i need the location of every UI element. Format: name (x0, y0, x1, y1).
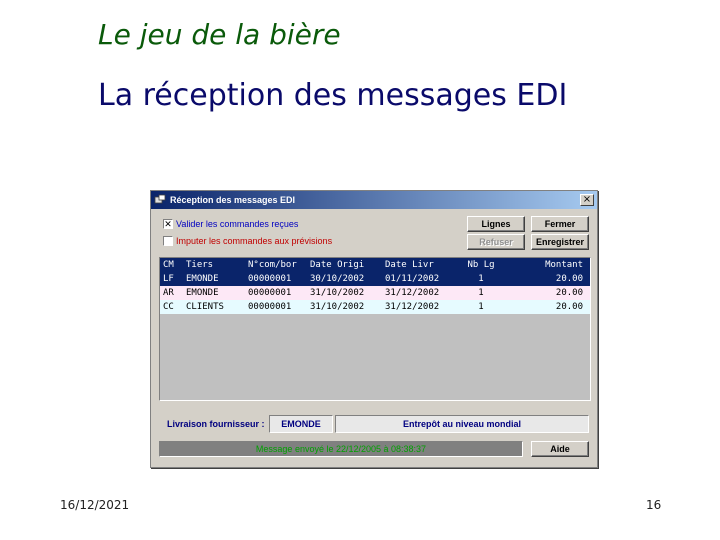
cell-ncom: 00000001 (248, 274, 292, 284)
slide-title: Le jeu de la bière (98, 18, 341, 51)
header-cm[interactable]: CM (160, 258, 186, 272)
slide-subtitle: La réception des messages EDI (98, 78, 568, 113)
lignes-button[interactable]: Lignes (467, 216, 525, 232)
close-button[interactable]: × (580, 194, 594, 206)
cell-montant: 20.00 (555, 302, 583, 312)
cell-date-origi: 31/10/2002 (310, 288, 365, 298)
cell-date-livr: 01/11/2002 (385, 274, 440, 284)
cell-date-origi: 30/10/2002 (310, 274, 365, 284)
table-row[interactable]: AR EMONDE 00000001 31/10/2002 31/12/2002… (160, 286, 590, 300)
cell-date-origi: 31/10/2002 (310, 302, 365, 312)
status-bar: Message envoyé le 22/12/2005 à 08:38:37 (159, 441, 523, 457)
cell-date-livr: 31/12/2002 (385, 288, 440, 298)
refuser-button[interactable]: Refuser (467, 234, 525, 250)
orders-table: CM Tiers N°com/bor Date Origi Date Livr … (159, 257, 591, 401)
cell-cm: LF (163, 274, 174, 284)
cell-ncom: 00000001 (248, 288, 292, 298)
header-ncom[interactable]: N°com/bor (248, 258, 310, 272)
window-title: Réception des messages EDI (170, 195, 296, 205)
supplier-label: Livraison fournisseur : (167, 419, 265, 429)
header-montant[interactable]: Montant (503, 258, 583, 272)
header-tiers[interactable]: Tiers (186, 258, 248, 272)
header-date-livr[interactable]: Date Livr (385, 258, 459, 272)
cell-cm: CC (163, 302, 174, 312)
cell-tiers: EMONDE (186, 288, 219, 298)
header-date-origi[interactable]: Date Origi (310, 258, 385, 272)
cell-montant: 20.00 (555, 288, 583, 298)
fermer-button[interactable]: Fermer (531, 216, 589, 232)
impute-orders-checkbox-row[interactable]: Imputer les commandes aux prévisions (163, 236, 332, 246)
cell-ncom: 00000001 (248, 302, 292, 312)
cell-tiers: CLIENTS (186, 302, 224, 312)
page-number: 16 (646, 498, 662, 512)
window-titlebar[interactable]: Réception des messages EDI × (151, 191, 597, 209)
validate-orders-label: Valider les commandes reçues (176, 219, 299, 229)
validate-orders-checkbox[interactable]: ✕ (163, 219, 173, 229)
supplier-description-field: Entrepôt au niveau mondial (335, 415, 589, 433)
cell-nb-lg: 1 (478, 288, 484, 298)
header-nb-lg[interactable]: Nb Lg (459, 258, 503, 272)
cell-cm: AR (163, 288, 174, 298)
table-row[interactable]: LF EMONDE 00000001 30/10/2002 01/11/2002… (160, 272, 590, 286)
aide-button[interactable]: Aide (531, 441, 589, 457)
cell-nb-lg: 1 (478, 274, 484, 284)
supplier-code-field[interactable]: EMONDE (269, 415, 333, 433)
cell-date-livr: 31/12/2002 (385, 302, 440, 312)
cell-nb-lg: 1 (478, 302, 484, 312)
app-icon (154, 194, 166, 204)
impute-orders-label: Imputer les commandes aux prévisions (176, 236, 333, 246)
cell-montant: 20.00 (555, 274, 583, 284)
enregistrer-button[interactable]: Enregistrer (531, 234, 589, 250)
validate-orders-checkbox-row[interactable]: ✕ Valider les commandes reçues (163, 219, 298, 229)
impute-orders-checkbox[interactable] (163, 236, 173, 246)
footer-date: 16/12/2021 (60, 498, 130, 512)
edi-reception-window: Réception des messages EDI × ✕ Valider l… (150, 190, 598, 468)
cell-tiers: EMONDE (186, 274, 219, 284)
table-row[interactable]: CC CLIENTS 00000001 31/10/2002 31/12/200… (160, 300, 590, 314)
table-header: CM Tiers N°com/bor Date Origi Date Livr … (160, 258, 590, 272)
